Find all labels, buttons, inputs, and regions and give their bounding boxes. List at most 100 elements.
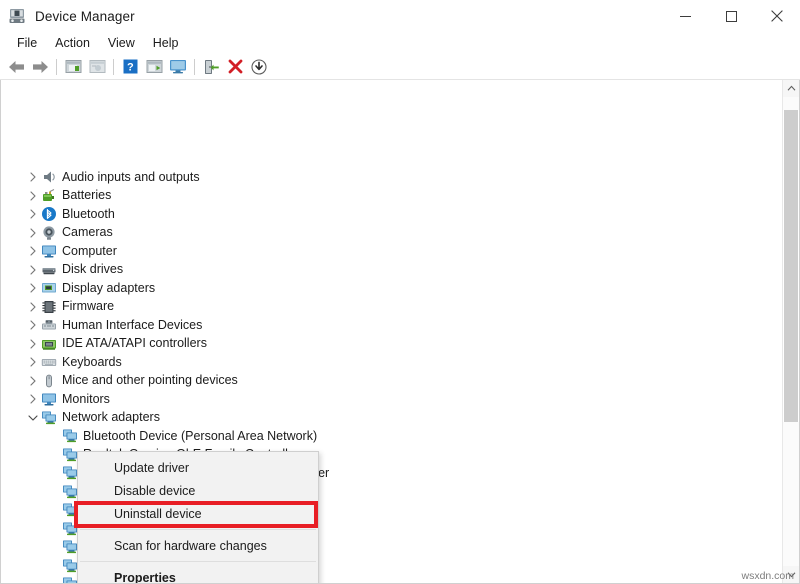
chevron-right-icon[interactable] <box>25 373 41 389</box>
display-adapter-icon <box>41 280 57 296</box>
chevron-right-icon[interactable] <box>25 317 41 333</box>
tree-row[interactable]: Human Interface Devices <box>1 316 202 335</box>
context-menu-item-scan-for-hardware-changes[interactable]: Scan for hardware changes <box>78 534 318 557</box>
tree-spacer <box>46 576 62 583</box>
tree-row[interactable]: Audio inputs and outputs <box>1 168 200 187</box>
tree-row[interactable]: Bluetooth Device (Personal Area Network) <box>1 427 317 446</box>
chevron-right-icon[interactable] <box>25 225 41 241</box>
tree-row[interactable]: Disk drives <box>1 261 123 280</box>
menu-action[interactable]: Action <box>46 34 99 53</box>
mouse-icon <box>41 373 57 389</box>
tree-row[interactable]: Monitors <box>1 390 110 409</box>
show-hidden-devices-icon[interactable] <box>61 56 85 78</box>
scrollbar-track-upper[interactable] <box>783 97 799 110</box>
toolbar-separator-1 <box>56 59 57 75</box>
close-button[interactable] <box>754 0 800 32</box>
tree-row[interactable]: Cameras <box>1 224 113 243</box>
properties-window-icon[interactable] <box>85 56 109 78</box>
tree-row[interactable]: Bluetooth <box>1 205 115 224</box>
minimize-button[interactable] <box>662 0 708 32</box>
tree-row[interactable]: IDE ATA/ATAPI controllers <box>1 335 207 354</box>
device-manager-icon <box>8 7 26 25</box>
chevron-down-icon[interactable] <box>25 410 41 426</box>
chevron-right-icon[interactable] <box>25 243 41 259</box>
device-tree-panel: Audio inputs and outputs Batteries Bluetoo… <box>0 80 800 584</box>
tree-row[interactable]: Mice and other pointing devices <box>1 372 238 391</box>
context-menu-item-disable-device[interactable]: Disable device <box>78 479 318 502</box>
tree-row-label: Monitors <box>62 392 110 407</box>
tree-row[interactable]: Keyboards <box>1 353 122 372</box>
chevron-right-icon[interactable] <box>25 391 41 407</box>
tree-row[interactable]: Network adapters <box>1 409 160 428</box>
window-controls <box>662 0 800 32</box>
tree-spacer <box>46 447 62 463</box>
tree-spacer <box>46 521 62 537</box>
tree-row[interactable]: Computer <box>1 242 117 261</box>
chevron-right-icon[interactable] <box>25 354 41 370</box>
context-menu-item-properties[interactable]: Properties <box>78 566 318 584</box>
tree-row[interactable]: Firmware <box>1 298 114 317</box>
firmware-chip-icon <box>41 299 57 315</box>
update-driver-download-icon[interactable] <box>247 56 271 78</box>
menu-help[interactable]: Help <box>144 34 188 53</box>
chevron-right-icon[interactable] <box>25 336 41 352</box>
toolbar-separator-2 <box>113 59 114 75</box>
chevron-right-icon[interactable] <box>25 262 41 278</box>
help-icon[interactable]: ? <box>118 56 142 78</box>
network-adapter-icon <box>62 502 78 518</box>
network-adapter-icon <box>62 447 78 463</box>
window-title: Device Manager <box>35 9 135 24</box>
network-adapter-icon <box>62 484 78 500</box>
tree-row-occluded[interactable] <box>1 557 83 576</box>
network-adapter-icon <box>62 465 78 481</box>
scan-for-hardware-changes-icon[interactable] <box>199 56 223 78</box>
tree-spacer <box>46 502 62 518</box>
tree-row[interactable]: Batteries <box>1 187 111 206</box>
back-arrow-icon[interactable] <box>4 56 28 78</box>
tree-row-label: Audio inputs and outputs <box>62 170 200 185</box>
human-interface-device-icon <box>41 317 57 333</box>
tree-row-label: Bluetooth <box>62 207 115 222</box>
menu-bar: File Action View Help <box>0 32 800 54</box>
network-adapter-icon <box>62 428 78 444</box>
tree-row-label: Network adapters <box>62 410 160 425</box>
chevron-right-icon[interactable] <box>25 299 41 315</box>
tree-row[interactable]: Display adapters <box>1 279 155 298</box>
tree-row-label: Computer <box>62 244 117 259</box>
scroll-up-icon[interactable] <box>783 80 799 97</box>
tree-row-label: Bluetooth Device (Personal Area Network) <box>83 429 317 444</box>
tree-row-label: Disk drives <box>62 262 123 277</box>
tree-spacer <box>46 484 62 500</box>
chevron-right-icon[interactable] <box>25 169 41 185</box>
watermark: wsxdn.com <box>741 570 794 582</box>
context-menu[interactable]: Update driverDisable deviceUninstall dev… <box>77 451 319 584</box>
update-driver-monitor-icon[interactable] <box>166 56 190 78</box>
uninstall-device-icon[interactable] <box>223 56 247 78</box>
menu-file[interactable]: File <box>8 34 46 53</box>
tree-spacer <box>46 539 62 555</box>
context-menu-item-uninstall-device[interactable]: Uninstall device <box>78 502 318 525</box>
computer-monitor-icon <box>41 243 57 259</box>
scrollbar-track-lower[interactable] <box>783 422 799 566</box>
forward-arrow-icon[interactable] <box>28 56 52 78</box>
tree-spacer <box>46 465 62 481</box>
chevron-right-icon[interactable] <box>25 188 41 204</box>
disk-drive-icon <box>41 262 57 278</box>
maximize-button[interactable] <box>708 0 754 32</box>
tree-row-occluded[interactable] <box>1 575 83 583</box>
tree-row-label: Display adapters <box>62 281 155 296</box>
network-adapter-icon <box>41 410 57 426</box>
vertical-scrollbar[interactable] <box>782 80 799 583</box>
chevron-right-icon[interactable] <box>25 280 41 296</box>
scrollbar-thumb[interactable] <box>784 110 798 422</box>
console-window-icon[interactable] <box>142 56 166 78</box>
device-manager-window: Device Manager File Action View Help <box>0 0 800 584</box>
tree-row-label: Batteries <box>62 188 111 203</box>
network-adapter-icon <box>62 576 78 583</box>
svg-text:?: ? <box>127 61 134 73</box>
camera-icon <box>41 225 57 241</box>
menu-view[interactable]: View <box>99 34 144 53</box>
tree-row-occluded[interactable] <box>1 538 83 557</box>
context-menu-item-update-driver[interactable]: Update driver <box>78 456 318 479</box>
chevron-right-icon[interactable] <box>25 206 41 222</box>
